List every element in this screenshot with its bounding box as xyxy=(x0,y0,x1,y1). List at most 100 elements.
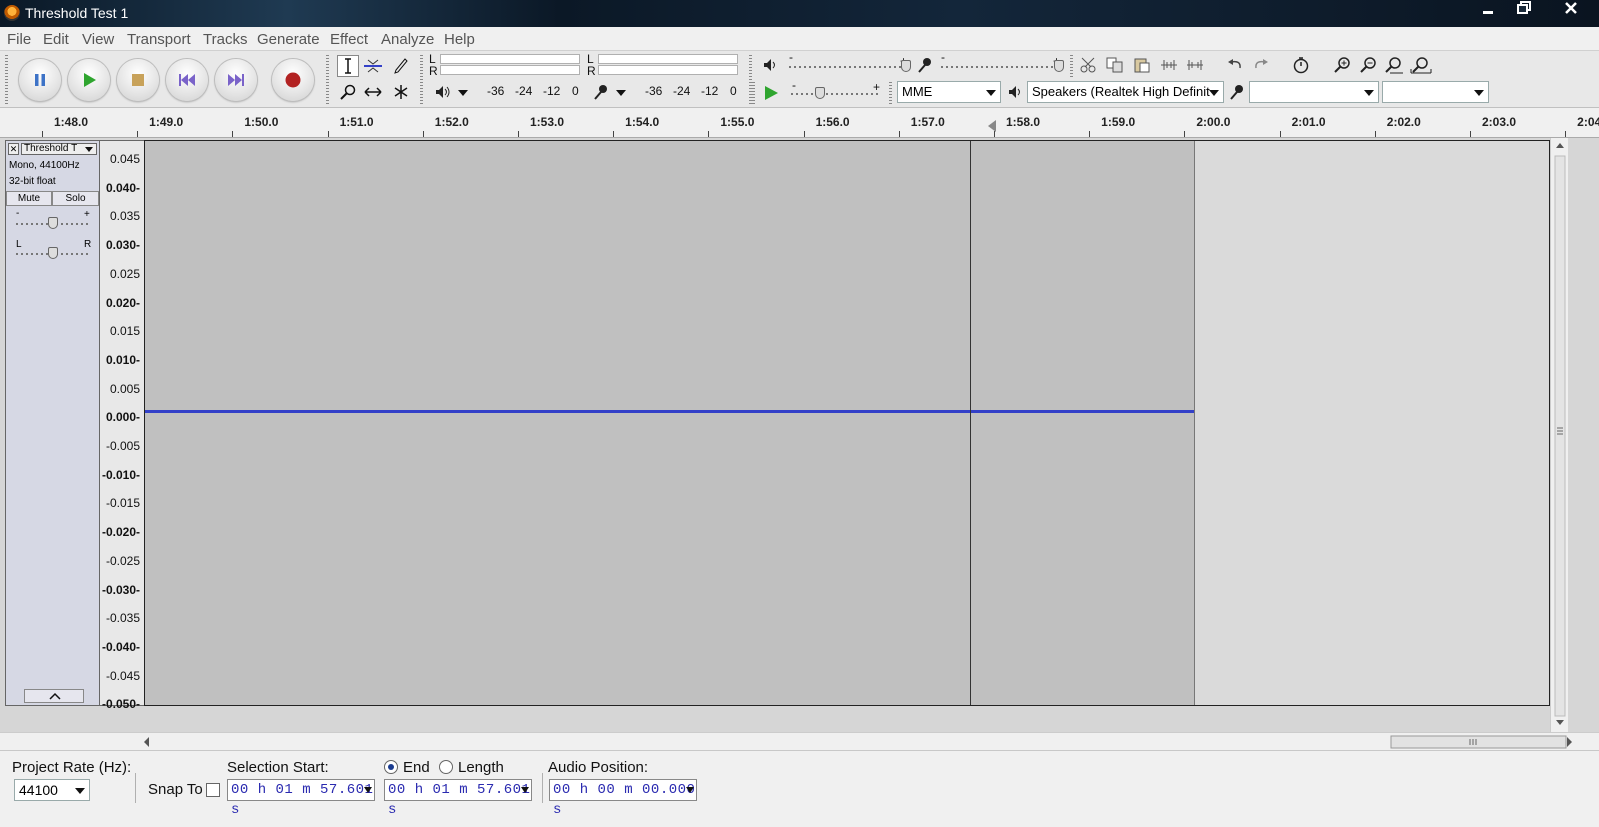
record-meter-right[interactable] xyxy=(598,65,738,75)
vertical-scrollbar[interactable] xyxy=(1550,138,1568,732)
copy-icon[interactable] xyxy=(1104,54,1126,76)
play-at-speed-icon[interactable] xyxy=(760,82,782,104)
zoom-in-icon[interactable] xyxy=(1331,54,1353,76)
fit-project-icon[interactable] xyxy=(1410,54,1432,76)
end-radio[interactable] xyxy=(384,760,398,774)
menu-generate[interactable]: Generate xyxy=(257,31,320,48)
toolbar-grip[interactable] xyxy=(5,55,8,105)
waveform-area[interactable] xyxy=(144,140,1550,706)
input-channels-select[interactable] xyxy=(1382,81,1489,103)
restore-button[interactable] xyxy=(1506,0,1542,22)
output-volume-thumb[interactable] xyxy=(901,60,911,72)
gain-slider-thumb[interactable] xyxy=(48,217,58,229)
amplitude-tick-label: 0.000- xyxy=(105,410,140,425)
skip-to-end-button[interactable] xyxy=(215,59,257,101)
toolbar-grip[interactable] xyxy=(1070,55,1073,77)
skip-to-start-button[interactable] xyxy=(166,59,208,101)
menu-help[interactable]: Help xyxy=(444,31,475,48)
track-bit-depth: 32-bit float xyxy=(9,176,56,187)
snap-to-checkbox[interactable] xyxy=(206,783,220,797)
toolbar-grip[interactable] xyxy=(326,55,329,105)
menu-analyze[interactable]: Analyze xyxy=(381,31,434,48)
input-volume-thumb[interactable] xyxy=(1054,60,1064,72)
play-button[interactable] xyxy=(68,59,110,101)
play-meter-menu-icon[interactable] xyxy=(452,82,474,104)
zoom-out-icon[interactable] xyxy=(1357,54,1379,76)
trim-audio-icon[interactable] xyxy=(1158,54,1180,76)
sync-lock-icon[interactable] xyxy=(1290,54,1312,76)
record-button[interactable] xyxy=(272,59,314,101)
selection-start-time[interactable]: 00 h 01 m 57.601 s xyxy=(227,779,375,818)
ruler-tick-mark xyxy=(327,131,329,137)
zoom-tool-icon[interactable] xyxy=(337,81,359,103)
paste-icon[interactable] xyxy=(1131,54,1153,76)
input-device-select[interactable] xyxy=(1249,81,1379,103)
play-meter-scale-36: -36 xyxy=(487,84,505,98)
solo-button[interactable]: Solo xyxy=(52,191,99,206)
undo-icon[interactable] xyxy=(1224,54,1246,76)
play-speed-thumb[interactable] xyxy=(815,87,825,99)
toolbar-grip[interactable] xyxy=(889,82,892,104)
chevron-down-icon xyxy=(1209,90,1219,96)
output-slider-minus: - xyxy=(789,50,793,64)
pause-button[interactable] xyxy=(19,59,61,101)
toolbar-grip[interactable] xyxy=(752,82,755,104)
ruler-tick-mark xyxy=(803,131,805,137)
time-shift-tool-icon[interactable] xyxy=(362,81,384,103)
output-device-select[interactable]: Speakers (Realtek High Definit xyxy=(1027,81,1224,103)
ruler-tick-label: 2:03.0 xyxy=(1481,115,1517,129)
amplitude-tick-label: -0.035 xyxy=(105,611,140,626)
audio-position-time[interactable]: 00 h 00 m 00.000 s xyxy=(549,779,697,818)
close-track-button[interactable]: ✕ xyxy=(8,143,19,155)
ruler-tick-label: 1:52.0 xyxy=(434,115,469,129)
menu-file[interactable]: File xyxy=(7,31,31,48)
toolbar-grip[interactable] xyxy=(420,55,423,105)
microphone-icon xyxy=(590,81,612,103)
play-meter-left[interactable] xyxy=(440,54,580,64)
menu-view[interactable]: View xyxy=(82,31,114,48)
selection-end-time[interactable]: 00 h 01 m 57.601 s xyxy=(384,779,532,818)
horizontal-scrollbar-track xyxy=(144,735,1572,749)
pan-slider-thumb[interactable] xyxy=(48,247,58,259)
multi-tool-icon[interactable] xyxy=(390,81,412,103)
draw-tool-icon[interactable] xyxy=(390,55,412,77)
timeline-ruler[interactable]: 1:48.0 1:49.0 1:50.0 1:51.0 1:52.0 1:53.0 1:54… xyxy=(0,108,1599,138)
mute-button[interactable]: Mute xyxy=(6,191,52,206)
ruler-tick-mark xyxy=(232,131,234,137)
redo-icon[interactable] xyxy=(1250,54,1272,76)
silence-audio-icon[interactable] xyxy=(1184,54,1206,76)
play-region-marker-icon[interactable] xyxy=(988,120,996,132)
stop-button[interactable] xyxy=(117,59,159,101)
amplitude-tick-label: -0.020- xyxy=(101,525,140,540)
cut-icon[interactable] xyxy=(1078,54,1100,76)
horizontal-scrollbar[interactable] xyxy=(0,732,1599,750)
selection-tool-icon[interactable] xyxy=(337,55,359,77)
play-meter-right[interactable] xyxy=(440,65,580,75)
close-icon: ✕ xyxy=(9,144,18,154)
menu-tracks[interactable]: Tracks xyxy=(203,31,247,48)
project-rate-select[interactable]: 44100 xyxy=(14,779,90,801)
input-volume-slider[interactable] xyxy=(941,66,1059,68)
length-radio[interactable] xyxy=(439,760,453,774)
ruler-tick-label: 2:02.0 xyxy=(1386,115,1421,129)
ruler-tick-label: 1:49.0 xyxy=(149,115,184,129)
vertical-ruler[interactable]: 0.045 0.040- 0.035 0.030- 0.025 0.020- 0.015 0.… xyxy=(100,140,144,711)
collapse-track-button[interactable] xyxy=(24,689,84,703)
record-meter-menu-icon[interactable] xyxy=(610,82,632,104)
menu-effect[interactable]: Effect xyxy=(330,31,368,48)
track-name-menu[interactable]: Threshold T xyxy=(21,143,97,155)
clip-end-boundary xyxy=(1194,141,1195,705)
audio-host-select[interactable]: MME xyxy=(897,81,1001,103)
play-speed-slider[interactable] xyxy=(791,93,881,95)
menu-edit[interactable]: Edit xyxy=(43,31,69,48)
fit-selection-icon[interactable] xyxy=(1383,54,1405,76)
output-volume-slider[interactable] xyxy=(789,66,907,68)
envelope-tool-icon[interactable] xyxy=(362,55,384,77)
speaker-icon xyxy=(432,81,454,103)
amplitude-tick-label: -0.010- xyxy=(101,467,140,482)
minimize-button[interactable] xyxy=(1470,0,1506,22)
record-meter-left[interactable] xyxy=(598,54,738,64)
menu-transport[interactable]: Transport xyxy=(127,31,191,48)
chevron-down-icon xyxy=(686,787,694,793)
close-button[interactable] xyxy=(1548,0,1594,22)
